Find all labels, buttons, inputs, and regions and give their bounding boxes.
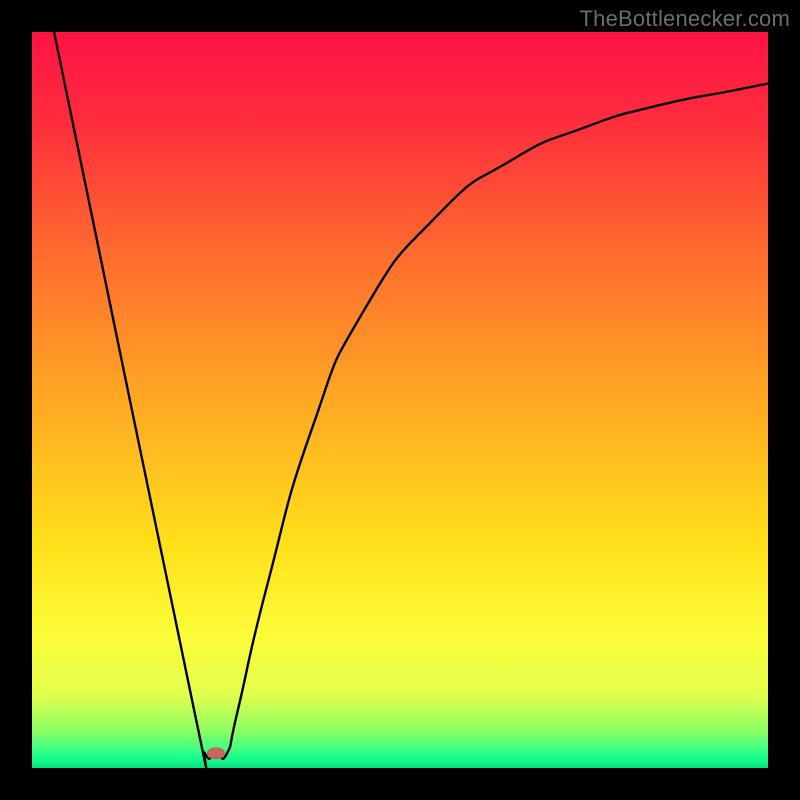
chart-background: [32, 32, 768, 768]
watermark-text: TheBottleneсker.com: [580, 6, 790, 32]
optimal-point-marker: [207, 747, 225, 759]
chart-svg: [32, 32, 768, 768]
chart-frame: [32, 32, 768, 768]
